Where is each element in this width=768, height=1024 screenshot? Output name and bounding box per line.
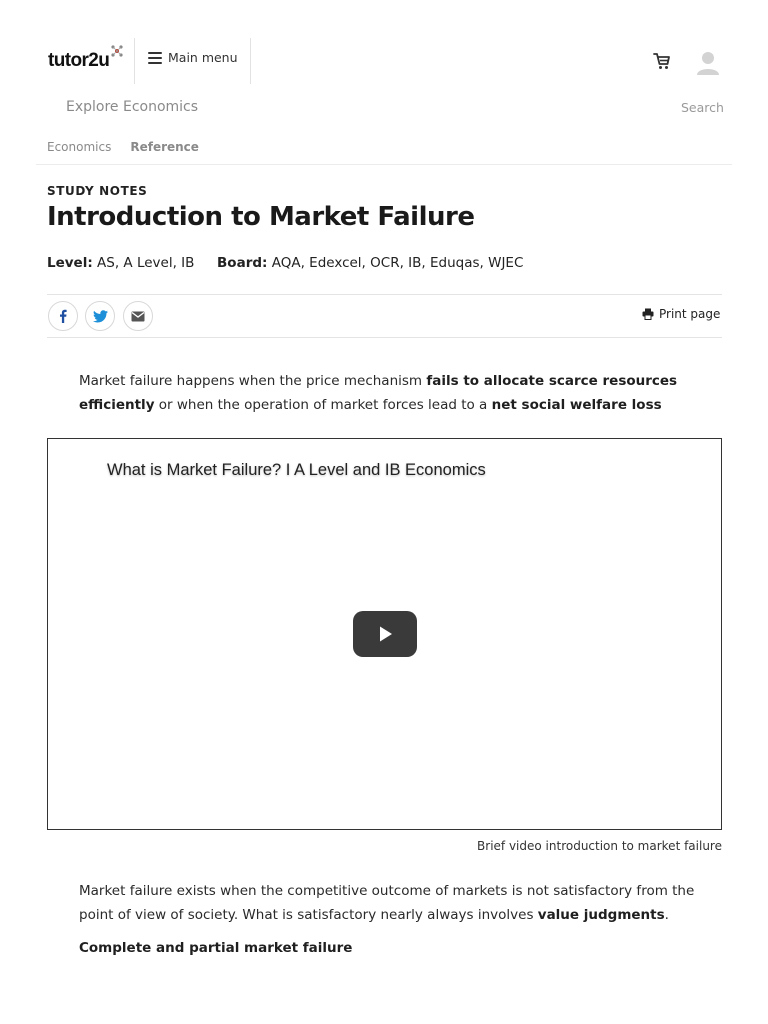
body-text: .: [664, 907, 669, 923]
play-button[interactable]: [353, 611, 417, 657]
search-link[interactable]: Search: [681, 100, 724, 115]
main-menu-label: Main menu: [168, 50, 238, 65]
cart-icon[interactable]: [652, 51, 672, 71]
intro-text: Market failure happens when the price me…: [79, 373, 427, 389]
video-caption: Brief video introduction to market failu…: [477, 839, 722, 853]
twitter-icon: [92, 309, 108, 322]
board-label: Board:: [217, 255, 268, 271]
play-icon: [380, 626, 392, 642]
site-header: tutor2u Main menu: [0, 0, 768, 96]
share-email-button[interactable]: [123, 301, 153, 331]
page-title: Introduction to Market Failure: [47, 202, 475, 232]
logo-text: tutor2u: [48, 50, 110, 71]
intro-paragraph: Market failure happens when the price me…: [79, 369, 699, 417]
level-value: AS, A Level, IB: [97, 255, 195, 271]
divider: [47, 294, 722, 295]
user-icon[interactable]: [696, 50, 720, 76]
main-menu-button[interactable]: Main menu: [148, 50, 238, 65]
breadcrumb: Economics Reference: [47, 140, 199, 154]
site-logo[interactable]: tutor2u: [48, 45, 123, 72]
explore-economics-link[interactable]: Explore Economics: [66, 99, 198, 115]
video-player[interactable]: What is Market Failure? I A Level and IB…: [47, 438, 722, 830]
article-kicker: STUDY NOTES: [47, 184, 148, 198]
logo-mark-icon: [111, 45, 123, 57]
article-meta: Level: AS, A Level, IB Board: AQA, Edexc…: [47, 255, 523, 271]
divider: [36, 164, 732, 165]
level-label: Level:: [47, 255, 93, 271]
breadcrumb-economics[interactable]: Economics: [47, 140, 111, 154]
email-icon: [131, 311, 145, 321]
facebook-icon: [60, 309, 67, 323]
header-divider: [134, 38, 135, 84]
print-page-label: Print page: [659, 307, 721, 321]
intro-text: or when the operation of market forces l…: [154, 397, 492, 413]
printer-icon: [642, 308, 654, 320]
section-subheading: Complete and partial market failure: [79, 940, 353, 956]
body-bold: value judgments: [537, 907, 665, 923]
breadcrumb-reference[interactable]: Reference: [130, 140, 199, 154]
print-page-button[interactable]: Print page: [642, 307, 720, 321]
menu-icon: [148, 51, 162, 64]
divider: [47, 337, 722, 338]
share-twitter-button[interactable]: [85, 301, 115, 331]
intro-bold: net social welfare loss: [491, 397, 662, 413]
body-paragraph: Market failure exists when the competiti…: [79, 879, 699, 927]
video-title[interactable]: What is Market Failure? I A Level and IB…: [107, 461, 486, 480]
header-divider: [250, 38, 251, 84]
share-facebook-button[interactable]: [48, 301, 78, 331]
board-value: AQA, Edexcel, OCR, IB, Eduqas, WJEC: [271, 255, 524, 271]
